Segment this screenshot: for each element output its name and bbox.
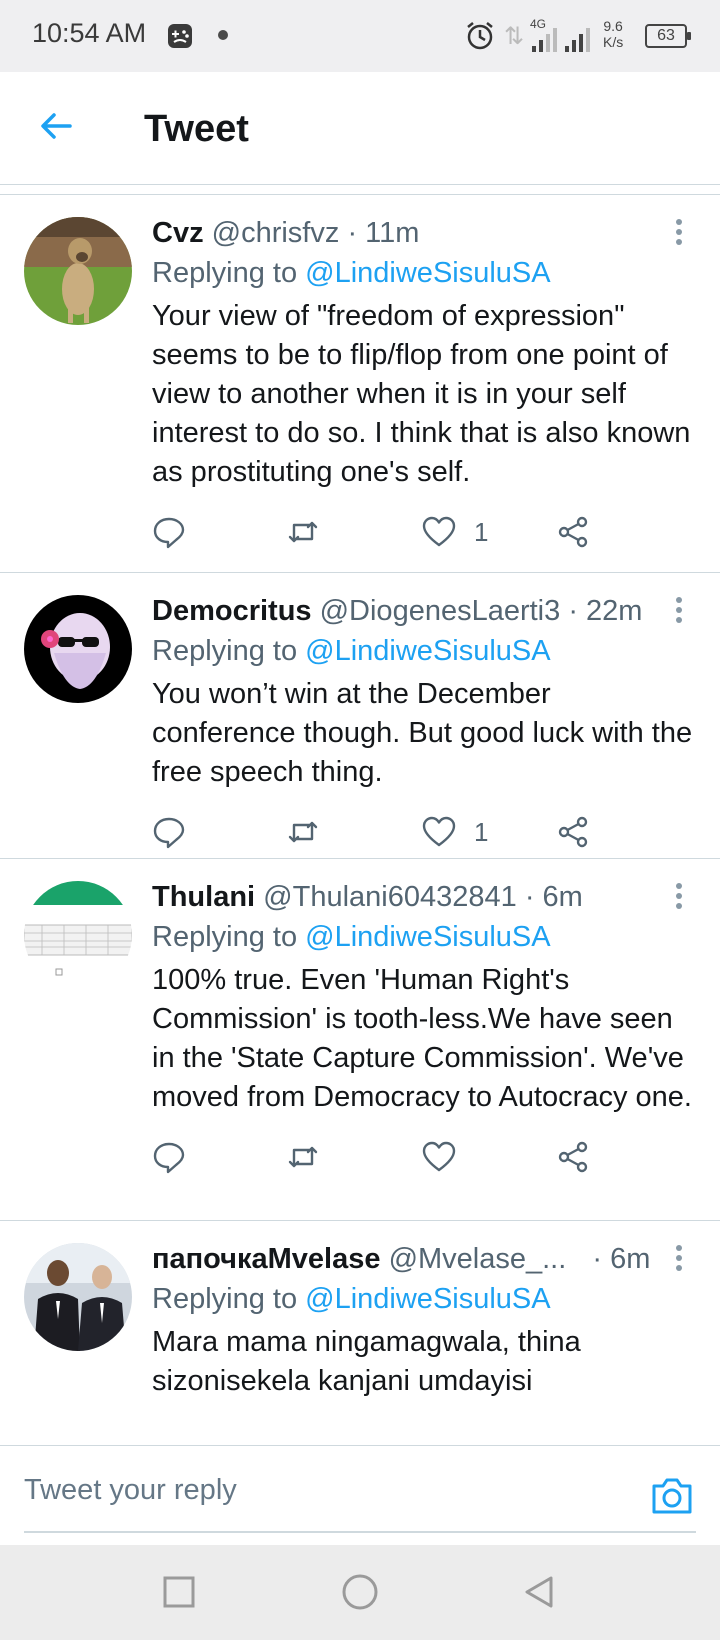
notification-dot [218,30,228,40]
user-handle[interactable]: @DiogenesLaerti3 [320,595,561,627]
net-speed: 9.6 K/s [603,18,623,50]
reply-button[interactable] [152,514,186,550]
share-button[interactable] [556,814,590,850]
tweet-meta: Democritus @DiogenesLaerti3 · 22m [152,591,700,631]
user-handle[interactable]: @Mvelase_... [389,1243,567,1275]
tweet-text: Your view of "freedom of expression" see… [152,300,691,488]
avatar[interactable] [24,1243,132,1351]
tweet-text: You won’t win at the December conference… [152,678,693,788]
home-icon[interactable] [340,1572,380,1612]
more-options-icon[interactable] [674,597,684,627]
like-button[interactable]: 1 [422,814,488,850]
reply-composer[interactable]: Tweet your reply [0,1445,720,1545]
tweet-text: 100% true. Even 'Human Right's Commissio… [152,964,692,1113]
divider [0,184,720,185]
retweet-icon [288,1146,318,1168]
tweet-meta: Cvz @chrisfvz · 11m [152,213,700,253]
heart-icon [422,516,456,547]
system-nav-bar [0,1545,720,1640]
reply-button[interactable] [152,1139,186,1175]
replying-prefix: Replying to [152,635,298,667]
reply-button[interactable] [152,814,186,850]
retweet-button[interactable] [286,1139,320,1175]
tweet-time: · 6m [524,881,583,913]
heart-icon [422,816,456,847]
reply-icon [153,817,185,849]
tweet-actions: 1 [152,492,700,582]
tweet[interactable]: Cvz @chrisfvz · 11m Replying to @Lindiwe… [0,195,720,573]
recent-apps-icon[interactable] [162,1575,196,1609]
heart-icon [422,1141,456,1172]
data-arrows-icon: ⇅ [504,23,525,50]
user-handle[interactable]: @Thulani60432841 [263,881,517,913]
more-options-icon[interactable] [674,1245,684,1275]
net-speed-value: 9.6 [603,18,623,34]
like-button[interactable] [422,1139,474,1175]
back-icon[interactable] [522,1575,556,1609]
like-count: 1 [474,516,489,547]
more-options-icon[interactable] [674,219,684,249]
replying-to: Replying to @LindiweSisuluSA [152,253,700,293]
retweet-button[interactable] [286,814,320,850]
mention-link[interactable]: @LindiweSisuluSA [305,635,550,667]
tweet-actions [152,1117,700,1207]
tweet-time: · 22m [568,595,643,627]
tweet-meta: Thulani @Thulani60432841 · 6m [152,877,700,917]
signal-icon: 4G [530,17,590,52]
share-button[interactable] [556,1139,590,1175]
reply-input[interactable]: Tweet your reply [24,1474,237,1507]
user-handle[interactable]: @chrisfvz [212,217,340,249]
avatar[interactable] [24,881,132,989]
status-time: 10:54 AM [32,18,147,48]
input-underline [24,1531,696,1533]
like-button[interactable]: 1 [422,514,488,550]
mention-link[interactable]: @LindiweSisuluSA [305,1283,550,1315]
tweet[interactable]: папочкаMvelase @Mvelase_... · 6m Replyin… [0,1221,720,1445]
tweet-text: Mara mama ningamagwala, thina sizoniseke… [152,1326,581,1397]
mention-link[interactable]: @LindiweSisuluSA [305,257,550,289]
replying-to: Replying to @LindiweSisuluSA [152,917,700,957]
avatar[interactable] [24,217,132,325]
user-name[interactable]: Democritus [152,595,312,627]
retweet-icon [288,521,318,543]
app-header: Tweet [0,72,720,184]
tweet[interactable]: Thulani @Thulani60432841 · 6m Replying t… [0,859,720,1221]
mention-link[interactable]: @LindiweSisuluSA [305,921,550,953]
avatar[interactable] [24,595,132,703]
user-name[interactable]: Thulani [152,881,255,913]
tweet[interactable]: Democritus @DiogenesLaerti3 · 22m Replyi… [0,573,720,859]
status-bar: 10:54 AM ⇅ 4G 9.6 K/s 63 [0,0,720,72]
network-type: 4G [530,17,546,31]
replying-prefix: Replying to [152,1283,298,1315]
replying-prefix: Replying to [152,257,298,289]
retweet-button[interactable] [286,514,320,550]
reply-icon [153,1142,185,1174]
share-button[interactable] [556,514,590,550]
replying-to: Replying to @LindiweSisuluSA [152,1279,700,1319]
tweet-meta: папочкаMvelase @Mvelase_... · 6m [152,1239,700,1279]
like-count: 1 [474,816,489,847]
replying-to: Replying to @LindiweSisuluSA [152,631,700,671]
share-icon [558,816,588,848]
share-icon [558,516,588,548]
arrow-left-icon[interactable] [36,106,76,146]
battery-icon: 63 [645,24,691,48]
camera-icon[interactable] [650,1476,694,1516]
reply-icon [153,517,185,549]
alarm-icon [467,22,493,50]
tweet-time: · 6m [592,1243,651,1275]
user-name[interactable]: папочкаMvelase [152,1243,381,1275]
share-icon [558,1141,588,1173]
retweet-icon [288,821,318,843]
page-title: Tweet [144,108,249,150]
reply-feed[interactable]: Cvz @chrisfvz · 11m Replying to @Lindiwe… [0,195,720,1445]
user-name[interactable]: Cvz [152,217,204,249]
net-speed-unit: K/s [603,34,624,50]
tweet-time: · 11m [347,217,420,249]
more-options-icon[interactable] [674,883,684,913]
game-controller-icon [168,24,192,48]
replying-prefix: Replying to [152,921,298,953]
